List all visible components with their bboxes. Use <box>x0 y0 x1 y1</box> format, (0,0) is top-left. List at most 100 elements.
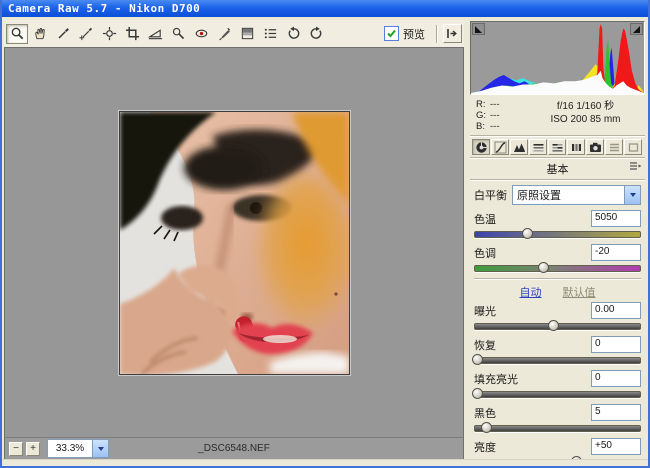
tab-basic[interactable] <box>472 139 490 155</box>
slider-label: 恢复 <box>474 337 496 353</box>
slider-value-input[interactable]: 0.00 <box>591 302 641 319</box>
slider-label: 填充亮光 <box>474 371 518 387</box>
exif-info: R:--- G:--- B:--- f/16 1/160 秒 ISO 200 8… <box>470 95 645 136</box>
toolbar: 预览 <box>4 20 464 47</box>
targeted-adjustment-tool-icon[interactable] <box>98 24 120 44</box>
slider-label: 曝光 <box>474 303 496 319</box>
tab-camera-calibration[interactable] <box>586 139 604 155</box>
highlight-clipping-button[interactable] <box>630 23 643 35</box>
slider-thumb[interactable] <box>472 388 483 399</box>
rgb-readout: R:--- G:--- B:--- <box>476 99 528 132</box>
preferences-icon[interactable] <box>259 24 281 44</box>
slider-label: 色调 <box>474 245 496 261</box>
chevron-down-icon <box>98 447 104 451</box>
slider-label: 色温 <box>474 211 496 227</box>
white-balance-select[interactable]: 原照设置 <box>512 185 641 205</box>
fullscreen-arrow-icon <box>446 27 459 40</box>
slider-value-input[interactable]: 0 <box>591 370 641 387</box>
fullscreen-toggle-button[interactable] <box>443 24 462 43</box>
red-eye-tool-icon[interactable] <box>190 24 212 44</box>
rotate-right-icon[interactable] <box>305 24 327 44</box>
basic-panel: 白平衡 原照设置 色温 5050 色调 -20 自动 默认值 曝光 0.00 恢复 0 填充亮… <box>470 180 645 460</box>
white-balance-tool-icon[interactable] <box>52 24 74 44</box>
aperture-shutter-label: f/16 1/160 秒 <box>528 100 643 113</box>
dialog-bottom-frame <box>2 459 648 466</box>
preview-label: 预览 <box>403 26 425 42</box>
slider-track[interactable] <box>474 425 641 432</box>
separator <box>474 278 641 280</box>
tab-snapshots[interactable] <box>624 139 642 155</box>
tab-detail[interactable] <box>510 139 528 155</box>
panel-menu-button[interactable] <box>627 160 643 172</box>
slider-track[interactable] <box>474 265 641 272</box>
preview-toggle[interactable]: 预览 <box>384 26 425 42</box>
panel-tabs <box>470 136 645 155</box>
slider-row: 色温 5050 <box>474 210 641 238</box>
graduated-filter-tool-icon[interactable] <box>236 24 258 44</box>
tab-tone-curve[interactable] <box>491 139 509 155</box>
slider-thumb[interactable] <box>472 354 483 365</box>
highlight-clipping-icon <box>633 26 640 33</box>
slider-row: 曝光 0.00 <box>474 302 641 330</box>
slider-thumb[interactable] <box>481 422 492 433</box>
slider-thumb[interactable] <box>548 320 559 331</box>
tab-presets[interactable] <box>605 139 623 155</box>
slider-row: 黑色 5 <box>474 404 641 432</box>
slider-track[interactable] <box>474 323 641 330</box>
slider-value-input[interactable]: 5050 <box>591 210 641 227</box>
shadow-clipping-button[interactable] <box>472 23 485 35</box>
zoom-dropdown-button[interactable] <box>92 440 108 457</box>
color-sampler-tool-icon[interactable] <box>75 24 97 44</box>
tab-lens-corrections[interactable] <box>567 139 585 155</box>
image-canvas[interactable] <box>4 47 464 437</box>
white-balance-label: 白平衡 <box>474 187 512 203</box>
slider-label: 黑色 <box>474 405 496 421</box>
slider-row: 亮度 +50 <box>474 438 641 460</box>
tab-split-toning[interactable] <box>548 139 566 155</box>
window-title: Camera Raw 5.7 - Nikon D700 <box>8 2 200 15</box>
crop-tool-icon[interactable] <box>121 24 143 44</box>
zoom-in-button[interactable]: + <box>26 442 40 456</box>
spot-removal-tool-icon[interactable] <box>167 24 189 44</box>
slider-value-input[interactable]: 5 <box>591 404 641 421</box>
camera-raw-dialog: Camera Raw 5.7 - Nikon D700 预览 <box>0 0 650 468</box>
check-icon <box>386 28 397 39</box>
slider-label: 亮度 <box>474 439 496 455</box>
hand-tool-icon[interactable] <box>29 24 51 44</box>
g-value: --- <box>490 110 500 121</box>
slider-value-input[interactable]: -20 <box>591 244 641 261</box>
iso-focal-label: ISO 200 85 mm <box>528 113 643 126</box>
shot-info: f/16 1/160 秒 ISO 200 85 mm <box>528 99 643 132</box>
adjustments-panel: R:--- G:--- B:--- f/16 1/160 秒 ISO 200 8… <box>466 17 648 460</box>
slider-track[interactable] <box>474 391 641 398</box>
panel-title-bar: 基本 <box>470 157 645 180</box>
r-value: --- <box>490 99 500 110</box>
status-bar: − + 33.3% _DSC6548.NEF <box>4 437 464 460</box>
slider-row: 色调 -20 <box>474 244 641 272</box>
preview-checkbox[interactable] <box>384 26 399 41</box>
slider-value-input[interactable]: 0 <box>591 336 641 353</box>
slider-track[interactable] <box>474 357 641 364</box>
photo-preview[interactable] <box>119 111 350 375</box>
rotate-left-icon[interactable] <box>282 24 304 44</box>
zoom-level-select[interactable]: 33.3% <box>47 439 109 458</box>
slider-row: 恢复 0 <box>474 336 641 364</box>
auto-link[interactable]: 自动 <box>519 287 541 299</box>
slider-thumb[interactable] <box>522 228 533 239</box>
flyout-menu-icon <box>629 161 642 171</box>
slider-value-input[interactable]: +50 <box>591 438 641 455</box>
title-bar[interactable]: Camera Raw 5.7 - Nikon D700 <box>2 0 648 17</box>
adjustment-brush-tool-icon[interactable] <box>213 24 235 44</box>
straighten-tool-icon[interactable] <box>144 24 166 44</box>
b-value: --- <box>490 121 500 132</box>
slider-track[interactable] <box>474 231 641 238</box>
zoom-level-value: 33.3% <box>48 443 92 454</box>
white-balance-dropdown-button[interactable] <box>624 186 640 204</box>
panel-title: 基本 <box>547 164 569 176</box>
tab-hsl-grayscale[interactable] <box>529 139 547 155</box>
slider-thumb[interactable] <box>538 262 549 273</box>
zoom-out-button[interactable]: − <box>9 442 23 456</box>
toolbar-separator <box>436 25 438 43</box>
default-link[interactable]: 默认值 <box>563 287 596 299</box>
zoom-tool-icon[interactable] <box>6 24 28 44</box>
